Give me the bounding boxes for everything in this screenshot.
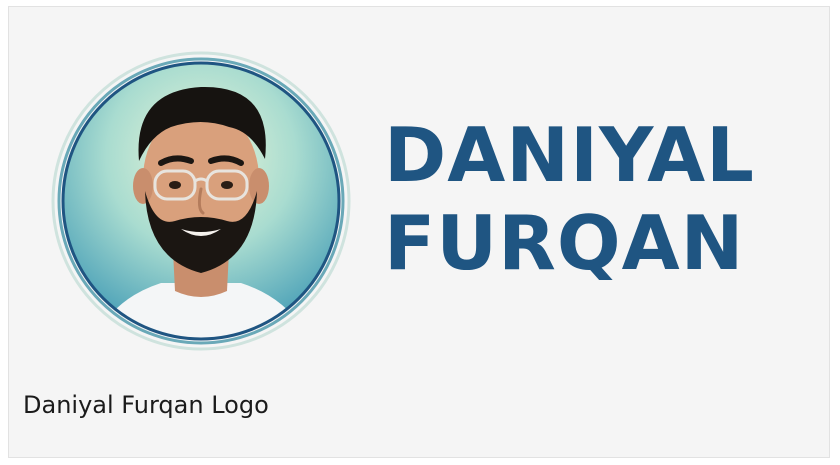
brand-name: DANIYAL FURQAN (384, 111, 824, 287)
brand-name-line2: FURQAN (384, 199, 745, 287)
image-caption: Daniyal Furqan Logo (23, 391, 269, 419)
logo-card: DANIYAL FURQAN Daniyal Furqan Logo (8, 6, 830, 458)
avatar (51, 51, 351, 351)
brand-name-line1: DANIYAL (384, 111, 755, 199)
logo-image: DANIYAL FURQAN (9, 7, 831, 367)
